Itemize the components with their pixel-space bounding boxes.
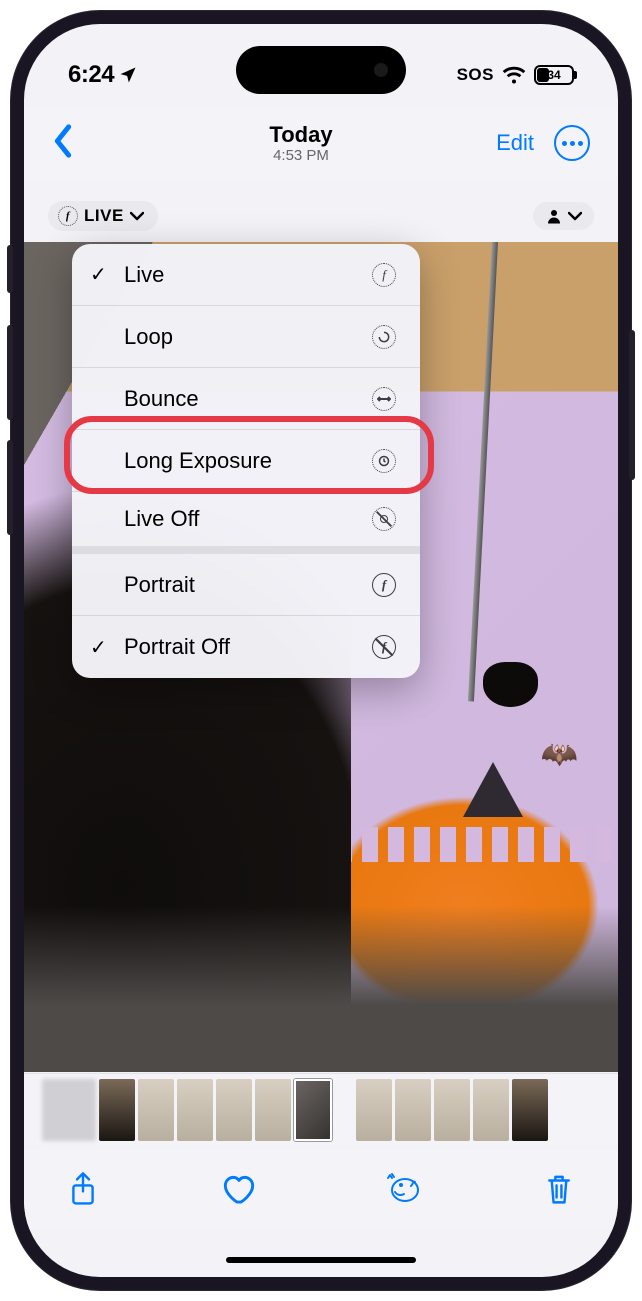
status-time: 6:24 (68, 61, 114, 89)
battery-icon: 34 (534, 65, 574, 85)
phone-frame: 6:24 SOS 34 (10, 10, 632, 1291)
nav-title: Today (152, 122, 450, 148)
delete-button[interactable] (544, 1172, 574, 1206)
home-indicator[interactable] (226, 1257, 416, 1263)
checkmark-icon: ✓ (90, 262, 124, 287)
thumbnail[interactable] (177, 1079, 213, 1141)
nav-bar: Today 4:53 PM Edit (24, 106, 618, 180)
menu-item-portrait-off[interactable]: ✓ Portrait Off f (72, 616, 420, 678)
badge-row: f LIVE (24, 190, 618, 242)
more-button[interactable] (554, 125, 590, 161)
thumbnail[interactable] (99, 1079, 135, 1141)
live-badge[interactable]: f LIVE (48, 201, 158, 231)
menu-item-live[interactable]: ✓ Live f (72, 244, 420, 306)
back-button[interactable] (52, 124, 74, 163)
thumbnail[interactable] (395, 1079, 431, 1141)
share-button[interactable] (68, 1171, 98, 1207)
live-off-icon (370, 505, 398, 533)
side-buttons-right (629, 330, 635, 490)
thumbnail[interactable] (434, 1079, 470, 1141)
loop-icon (370, 323, 398, 351)
checkmark-icon: ✓ (90, 635, 124, 660)
thumbnail[interactable] (255, 1079, 291, 1141)
menu-item-loop[interactable]: Loop (72, 306, 420, 368)
wifi-icon (502, 65, 526, 85)
menu-item-long-exposure[interactable]: Long Exposure (72, 430, 420, 492)
portrait-icon: f (370, 571, 398, 599)
thumbnail-selected[interactable] (294, 1079, 332, 1141)
person-icon (545, 207, 563, 225)
menu-item-portrait[interactable]: Portrait f (72, 554, 420, 616)
dynamic-island (236, 46, 406, 94)
portrait-off-icon: f (370, 633, 398, 661)
bounce-icon (370, 385, 398, 413)
menu-item-bounce[interactable]: Bounce (72, 368, 420, 430)
nav-subtitle: 4:53 PM (152, 147, 450, 164)
chevron-down-icon (568, 211, 582, 221)
thumbnail[interactable] (216, 1079, 252, 1141)
thumbnail[interactable] (42, 1079, 96, 1141)
thumbnail[interactable] (473, 1079, 509, 1141)
side-buttons-left (7, 245, 13, 625)
people-badge[interactable] (533, 202, 594, 230)
info-pet-button[interactable] (381, 1172, 421, 1206)
bottom-toolbar (24, 1149, 618, 1229)
battery-percent: 34 (536, 68, 572, 82)
live-photo-icon: f (370, 261, 398, 289)
thumbnail[interactable] (138, 1079, 174, 1141)
thumbnail[interactable] (356, 1079, 392, 1141)
favorite-button[interactable] (221, 1173, 257, 1205)
live-badge-label: LIVE (84, 206, 124, 226)
sos-indicator: SOS (457, 65, 494, 85)
live-effect-menu: ✓ Live f Loop Bounce Long Exposure (72, 244, 420, 678)
thumbnail[interactable] (512, 1079, 548, 1141)
screen: 6:24 SOS 34 (24, 24, 618, 1277)
chevron-down-icon (130, 211, 144, 221)
edit-button[interactable]: Edit (496, 130, 534, 156)
menu-item-live-off[interactable]: Live Off (72, 492, 420, 554)
thumbnail-strip[interactable] (24, 1073, 618, 1145)
live-photo-icon: f (58, 206, 78, 226)
long-exposure-icon (370, 447, 398, 475)
location-icon (118, 65, 138, 85)
